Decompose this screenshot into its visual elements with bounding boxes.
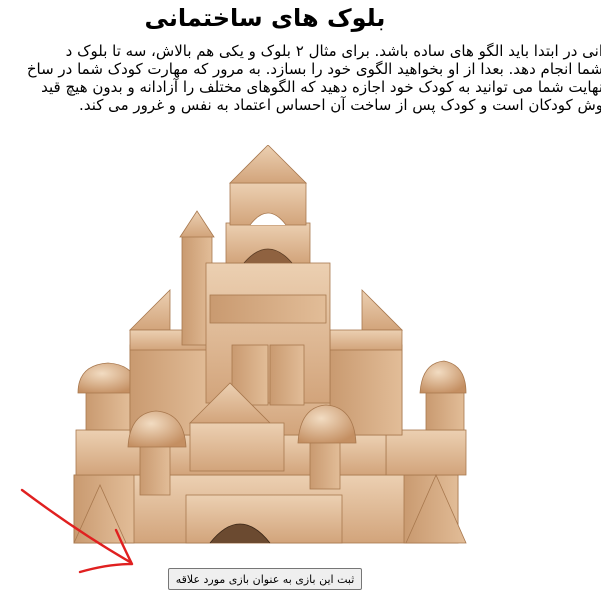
paragraph-line: نهایت شما می توانید به کودک خود اجازه ده… [41, 78, 601, 96]
red-arrow-icon [20, 488, 134, 574]
paragraph-line: وش کودکان است و کودک پس از ساخت آن احساس… [79, 96, 601, 114]
paragraph-line: انی در ابتدا باید الگو های ساده باشد. بر… [65, 42, 601, 60]
add-to-favorites-button[interactable]: ثبت این بازی به عنوان بازی مورد علاقه [168, 568, 362, 590]
building-blocks-image [73, 145, 467, 544]
page: بلوک های ساختمانی انی در ابتدا باید الگو… [0, 0, 601, 613]
page-title: بلوک های ساختمانی [144, 4, 386, 32]
description-paragraph: انی در ابتدا باید الگو های ساده باشد. بر… [23, 42, 601, 114]
paragraph-line: شما انجام دهد. بعدا از او بخواهید الگوی … [26, 60, 601, 78]
